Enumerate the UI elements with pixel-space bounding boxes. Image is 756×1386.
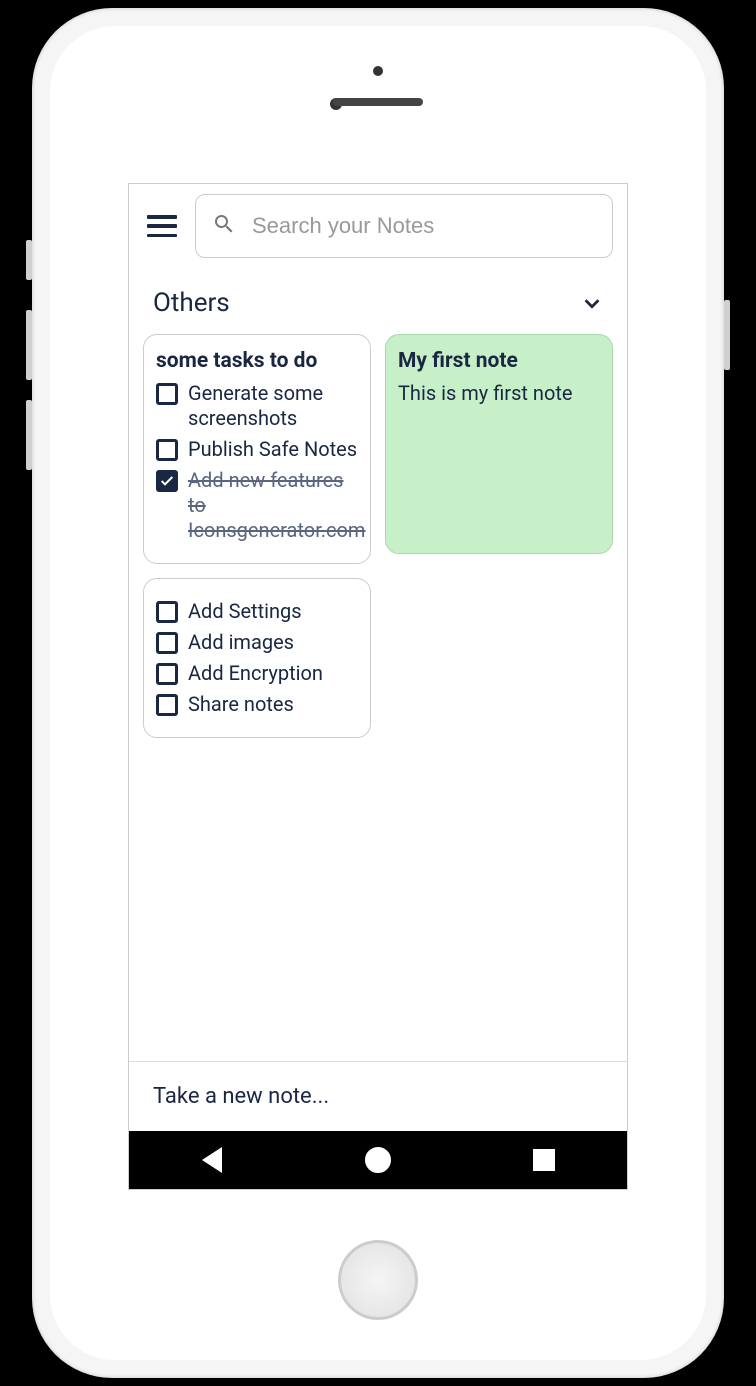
note-card-tasks[interactable]: some tasks to do Generate some screensho… [143,334,371,564]
checkbox-unchecked-icon[interactable] [156,601,178,623]
checkbox-unchecked-icon[interactable] [156,694,178,716]
note-body: This is my first note [398,381,600,405]
task-text: Add Settings [188,599,302,624]
back-icon [202,1147,222,1173]
task-text: Publish Safe Notes [188,437,357,462]
task-text: Generate some screenshots [188,381,358,431]
home-icon [365,1147,391,1173]
note-title: My first note [398,349,600,373]
nav-back-button[interactable] [197,1145,227,1175]
nav-home-button[interactable] [363,1145,393,1175]
task-text: Add images [188,630,294,655]
note-card-first-note[interactable]: My first note This is my first note [385,334,613,554]
header [129,184,627,268]
section-header[interactable]: Others [129,268,627,334]
checkbox-unchecked-icon[interactable] [156,439,178,461]
phone-home-button [338,1240,418,1320]
search-box[interactable] [195,194,613,258]
section-title: Others [153,288,230,318]
phone-power-button [724,300,730,370]
task-text: Add Encryption [188,661,323,686]
phone-bezel: Others some tasks to do Generate some sc… [50,26,706,1360]
checkbox-checked-icon[interactable] [156,470,178,492]
phone-frame: Others some tasks to do Generate some sc… [0,0,756,1386]
recent-icon [533,1149,555,1171]
task-item: Publish Safe Notes [156,437,358,462]
new-note-button[interactable]: Take a new note... [129,1061,627,1131]
task-item: Add images [156,630,358,655]
task-text: Share notes [188,692,294,717]
chevron-down-icon [581,292,603,314]
nav-recent-button[interactable] [529,1145,559,1175]
menu-button[interactable] [147,215,177,237]
checkbox-unchecked-icon[interactable] [156,663,178,685]
note-card-checklist[interactable]: Add Settings Add images Add Encryption [143,578,371,738]
task-item: Add Settings [156,599,358,624]
app-screen: Others some tasks to do Generate some sc… [128,183,628,1190]
phone-body: Others some tasks to do Generate some sc… [32,8,724,1378]
task-item: Generate some screenshots [156,381,358,431]
search-icon [212,212,236,240]
task-item: Add new features to Iconsgenerator.com [156,468,358,543]
search-input[interactable] [252,213,596,239]
phone-speaker [333,98,423,106]
checkbox-unchecked-icon[interactable] [156,632,178,654]
checkbox-unchecked-icon[interactable] [156,383,178,405]
notes-grid: some tasks to do Generate some screensho… [129,334,627,738]
android-nav-bar [129,1131,627,1189]
task-item: Share notes [156,692,358,717]
note-title: some tasks to do [156,349,358,373]
phone-sensor [373,66,383,76]
task-item: Add Encryption [156,661,358,686]
task-text: Add new features to Iconsgenerator.com [188,468,365,543]
new-note-label: Take a new note... [153,1084,329,1109]
